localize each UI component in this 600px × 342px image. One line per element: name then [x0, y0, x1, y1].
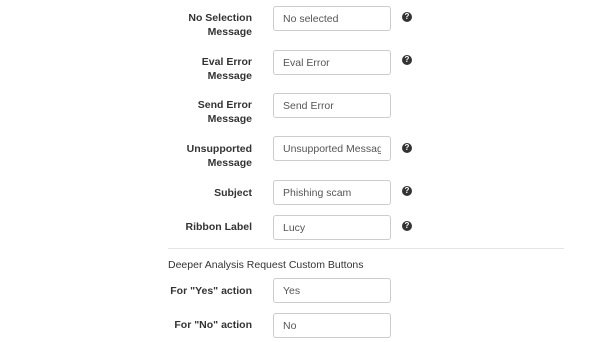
unsupported-input[interactable]	[273, 136, 391, 161]
eval-error-label-line2: Message	[207, 70, 252, 82]
send-error-label-line2: Message	[207, 113, 252, 125]
help-icon[interactable]: ?	[402, 143, 412, 153]
no-selection-label-line2: Message	[207, 26, 252, 38]
eval-error-label-line1: Eval Error	[201, 56, 252, 68]
section-divider	[168, 248, 564, 249]
help-icon[interactable]: ?	[402, 221, 412, 231]
no-action-input[interactable]	[273, 313, 391, 338]
subject-input[interactable]	[273, 180, 391, 205]
unsupported-label-line1: Unsupported	[186, 143, 252, 155]
eval-error-label: Eval Error Message	[132, 55, 252, 83]
unsupported-label-line2: Message	[207, 157, 252, 169]
send-error-label: Send Error Message	[132, 98, 252, 126]
no-selection-label-line1: No Selection	[188, 12, 252, 24]
unsupported-label: Unsupported Message	[132, 142, 252, 170]
yes-action-input[interactable]	[273, 278, 391, 303]
help-icon[interactable]: ?	[402, 55, 412, 65]
subject-label: Subject	[214, 187, 252, 199]
eval-error-input[interactable]	[273, 50, 391, 75]
no-selection-input[interactable]	[273, 6, 391, 31]
no-action-label: For "No" action	[174, 319, 252, 331]
send-error-input[interactable]	[273, 93, 391, 118]
yes-action-label: For "Yes" action	[170, 285, 252, 297]
no-selection-label: No Selection Message	[132, 11, 252, 39]
help-icon[interactable]: ?	[402, 186, 412, 196]
ribbon-label-input[interactable]	[273, 215, 391, 240]
ribbon-label-label: Ribbon Label	[185, 221, 253, 233]
section-title: Deeper Analysis Request Custom Buttons	[168, 259, 364, 271]
help-icon[interactable]: ?	[402, 12, 412, 22]
settings-form: No Selection Message ? Eval Error Messag…	[0, 0, 600, 342]
send-error-label-line1: Send Error	[197, 99, 252, 111]
